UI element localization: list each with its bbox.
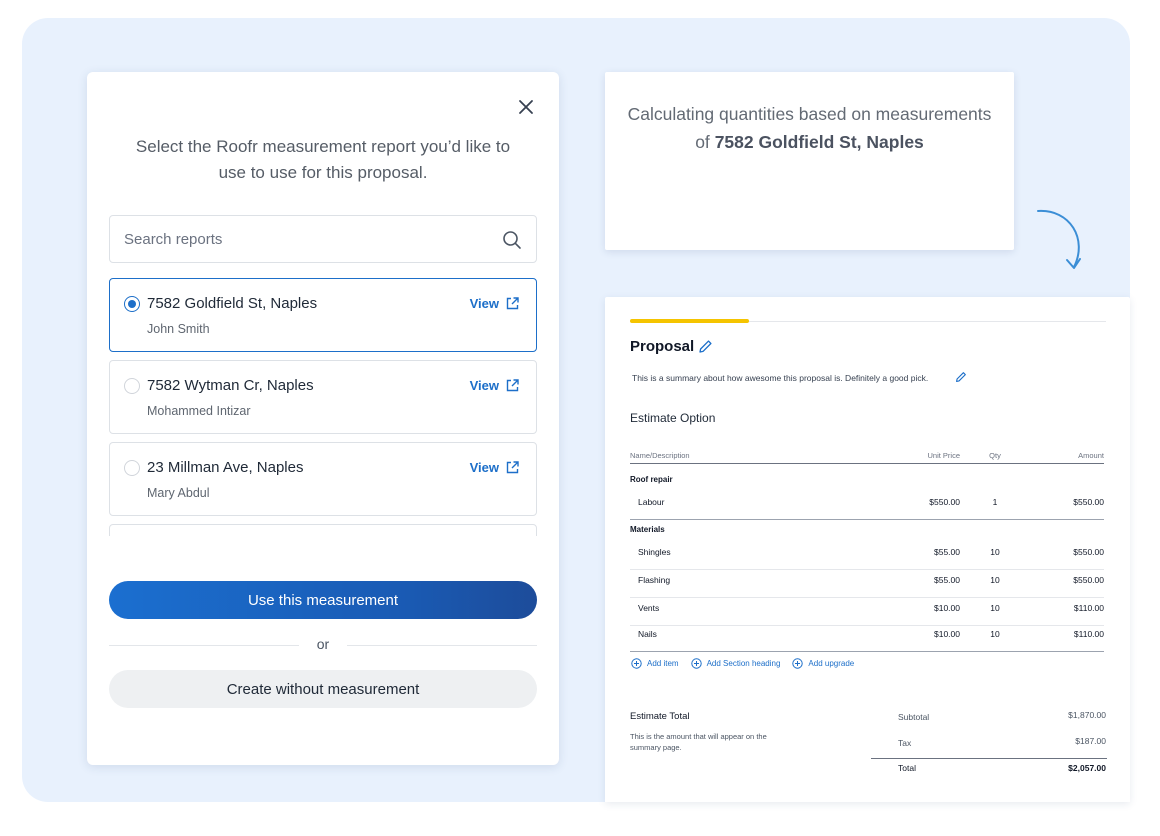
table-row: Labour $550.00 1 $550.00 xyxy=(630,493,1104,520)
row-price: $10.00 xyxy=(934,629,960,639)
pencil-icon[interactable] xyxy=(698,339,713,354)
plus-circle-icon xyxy=(690,658,702,669)
external-link-icon xyxy=(506,379,519,392)
calculating-card: Calculating quantities based on measurem… xyxy=(605,72,1014,250)
estimate-option-heading: Estimate Option xyxy=(630,411,716,425)
tax-label: Tax xyxy=(898,738,912,748)
create-without-measurement-button[interactable]: Create without measurement xyxy=(109,670,537,708)
row-name: Labour xyxy=(638,497,665,507)
search-input[interactable] xyxy=(124,216,494,262)
external-link-icon xyxy=(506,461,519,474)
row-price: $550.00 xyxy=(929,497,960,507)
total-value: $2,057.00 xyxy=(1068,763,1106,773)
view-label: View xyxy=(469,460,499,475)
section-heading: Materials xyxy=(630,525,665,534)
proposal-title: Proposal xyxy=(630,338,695,355)
table-header: Name/Description Unit Price Qty Amount xyxy=(630,451,1104,464)
report-item[interactable]: 7582 Goldfield St, Naples John Smith Vie… xyxy=(109,278,537,352)
view-report-link[interactable]: View xyxy=(470,460,520,475)
close-icon xyxy=(519,100,533,114)
proposal-card: Proposal This is a summary about how awe… xyxy=(605,297,1130,802)
or-label: or xyxy=(316,636,330,652)
col-price-header: Unit Price xyxy=(927,451,960,460)
calculating-message: Calculating quantities based on measurem… xyxy=(615,100,1004,156)
plus-circle-icon xyxy=(631,658,642,669)
table-row: Nails $10.00 10 $110.00 xyxy=(630,625,1104,652)
report-list[interactable]: 7582 Goldfield St, Naples John Smith Vie… xyxy=(109,278,537,536)
report-person: John Smith xyxy=(147,322,210,336)
report-person: Mohammed Intizar xyxy=(147,404,251,418)
report-address: 7582 Goldfield St, Naples xyxy=(147,295,318,312)
add-section-heading-link[interactable]: Add Section heading xyxy=(690,658,781,669)
report-radio[interactable] xyxy=(124,460,140,476)
pencil-icon[interactable] xyxy=(955,371,967,383)
section-heading: Roof repair xyxy=(630,475,673,484)
use-measurement-button[interactable]: Use this measurement xyxy=(109,581,537,619)
estimate-total-title: Estimate Total xyxy=(630,711,690,722)
add-upgrade-label: Add upgrade xyxy=(808,659,855,668)
report-address: 23 Millman Ave, Naples xyxy=(147,459,304,476)
row-amount: $550.00 xyxy=(1073,497,1104,507)
close-button[interactable] xyxy=(515,96,537,118)
subtotal-label: Subtotal xyxy=(898,712,930,722)
table-row: Shingles $55.00 10 $550.00 xyxy=(630,543,1104,570)
proposal-summary: This is a summary about how awesome this… xyxy=(632,373,929,383)
total-label: Total xyxy=(898,763,916,773)
row-name: Shingles xyxy=(638,547,671,557)
row-name: Nails xyxy=(638,629,657,639)
row-name: Vents xyxy=(638,603,660,613)
add-item-link[interactable]: Add item xyxy=(631,658,679,669)
add-upgrade-link[interactable]: Add upgrade xyxy=(792,658,854,669)
plus-circle-icon xyxy=(792,658,804,669)
report-item[interactable]: 23 Millman Ave, Naples Mary Abdul View xyxy=(109,442,537,516)
or-divider: or xyxy=(109,636,537,654)
total-divider xyxy=(871,758,1107,759)
search-box xyxy=(109,215,537,263)
divider-line xyxy=(347,645,537,646)
search-icon[interactable] xyxy=(502,230,522,250)
progress-bar xyxy=(630,319,749,323)
select-report-modal: Select the Roofr measurement report you’… xyxy=(87,72,559,765)
row-price: $55.00 xyxy=(934,575,960,585)
add-item-label: Add item xyxy=(647,659,679,668)
row-name: Flashing xyxy=(638,575,671,585)
calculating-prefix: of xyxy=(695,132,710,152)
add-section-heading-label: Add Section heading xyxy=(706,659,781,668)
report-radio[interactable] xyxy=(124,378,140,394)
subtotal-value: $1,870.00 xyxy=(1068,710,1106,720)
col-name-header: Name/Description xyxy=(630,451,690,460)
row-price: $55.00 xyxy=(934,547,960,557)
estimate-total-note: This is the amount that will appear on t… xyxy=(630,732,767,752)
row-amount: $110.00 xyxy=(1073,603,1104,613)
view-label: View xyxy=(469,296,499,311)
report-item-partial[interactable] xyxy=(109,524,537,536)
report-radio[interactable] xyxy=(124,296,140,312)
row-amount: $550.00 xyxy=(1073,575,1104,585)
add-links: Add item Add Section heading Add upgrade xyxy=(631,658,854,669)
report-person: Mary Abdul xyxy=(147,486,210,500)
report-address: 7582 Wytman Cr, Naples xyxy=(147,377,314,394)
curved-arrow-icon xyxy=(1037,209,1081,269)
table-row: Vents $10.00 10 $110.00 xyxy=(630,599,1104,626)
table-row: Flashing $55.00 10 $550.00 xyxy=(630,571,1104,598)
view-label: View xyxy=(469,378,499,393)
view-report-link[interactable]: View xyxy=(470,296,520,311)
external-link-icon xyxy=(506,297,519,310)
row-amount: $550.00 xyxy=(1073,547,1104,557)
view-report-link[interactable]: View xyxy=(470,378,520,393)
tax-value: $187.00 xyxy=(1075,736,1106,746)
report-item[interactable]: 7582 Wytman Cr, Naples Mohammed Intizar … xyxy=(109,360,537,434)
row-price: $10.00 xyxy=(934,603,960,613)
modal-title: Select the Roofr measurement report you’… xyxy=(135,137,511,182)
col-amount-header: Amount xyxy=(1078,451,1104,460)
calculating-address: 7582 Goldfield St, Naples xyxy=(714,132,924,152)
row-amount: $110.00 xyxy=(1073,629,1104,639)
calculating-line1: Calculating quantities based on measurem… xyxy=(627,104,992,124)
